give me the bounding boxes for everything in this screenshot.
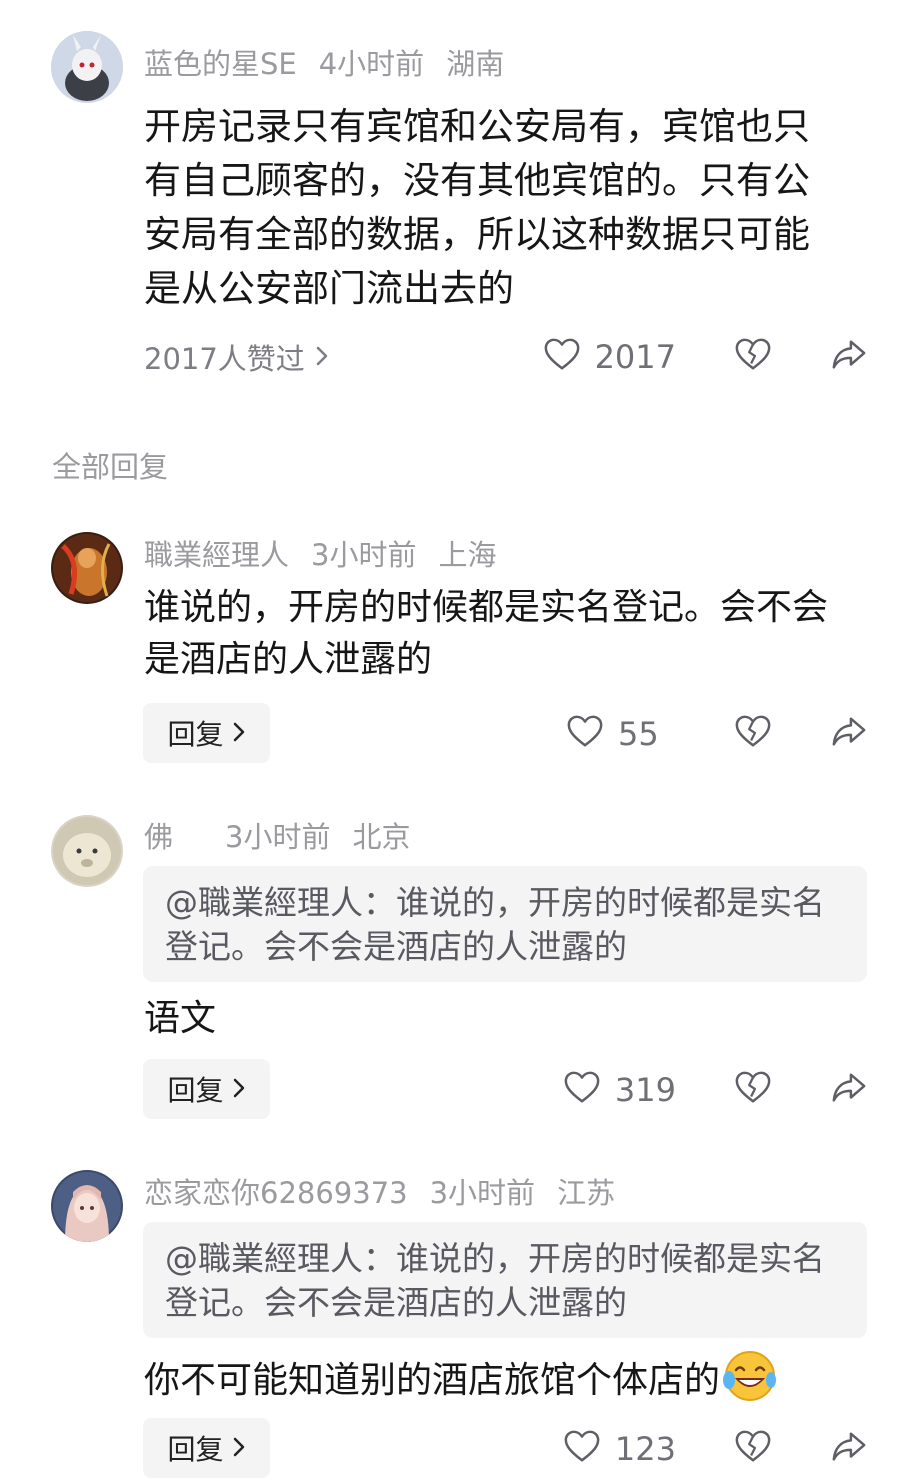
quoted-comment: @職業經理人：谁说的，开房的时候都是实名登记。会不会是酒店的人泄露的 xyxy=(143,1222,867,1338)
reply-button[interactable]: 回复 xyxy=(143,703,270,763)
location: 江苏 xyxy=(557,1176,616,1210)
avatar[interactable] xyxy=(51,31,123,103)
reply-button-label: 回复 xyxy=(167,718,224,751)
likes-link-label: 2017人赞过 xyxy=(144,342,305,376)
comment-text[interactable]: 谁说的，开房的时候都是实名登记。会不会是酒店的人泄露的 xyxy=(144,582,844,686)
timestamp: 3小时前 xyxy=(311,538,417,572)
avatar[interactable] xyxy=(51,1170,123,1242)
like-count: 55 xyxy=(618,715,659,753)
quoted-comment: @職業經理人：谁说的，开房的时候都是实名登记。会不会是酒店的人泄露的 xyxy=(143,866,867,982)
comment-text[interactable]: 开房记录只有宾馆和公安局有，宾馆也只有自己顾客的，没有其他宾馆的。只有公安局有全… xyxy=(144,100,844,316)
comment-meta: 恋家恋你62869373 3小时前 江苏 xyxy=(144,1170,616,1212)
chevron-right-icon xyxy=(315,340,329,374)
username[interactable]: 恋家恋你62869373 xyxy=(144,1170,408,1212)
share-arrow-icon[interactable] xyxy=(830,713,868,755)
comment-actions: 2017 xyxy=(543,332,868,382)
laughing-crying-emoji-icon xyxy=(720,1350,777,1402)
heart-outline-icon xyxy=(543,336,581,378)
heart-outline-icon xyxy=(566,713,604,755)
username[interactable]: 佛 xyxy=(144,814,173,856)
chevron-right-icon xyxy=(232,717,246,750)
comment-actions: 319 xyxy=(563,1065,868,1115)
like-count: 319 xyxy=(614,1071,676,1109)
comment-actions: 55 xyxy=(566,709,868,759)
like-button[interactable]: 319 xyxy=(563,1069,676,1111)
comment-text[interactable]: 语文 xyxy=(144,993,844,1045)
location: 北京 xyxy=(352,820,411,854)
username[interactable]: 職業經理人 xyxy=(144,532,289,574)
chevron-right-icon xyxy=(232,1073,246,1106)
reply-button[interactable]: 回复 xyxy=(143,1059,270,1119)
broken-heart-icon[interactable] xyxy=(734,713,772,755)
comment-thread: 蓝色的星SE 4小时前 湖南 开房记录只有宾馆和公安局有，宾馆也只有自己顾客的，… xyxy=(0,0,918,1483)
comment-actions: 123 xyxy=(563,1424,868,1474)
avatar-image xyxy=(51,532,123,604)
avatar-image xyxy=(51,1170,123,1242)
avatar[interactable] xyxy=(51,532,123,604)
broken-heart-icon[interactable] xyxy=(734,1069,772,1111)
location: 湖南 xyxy=(446,47,505,81)
location: 上海 xyxy=(438,538,497,572)
reply-button-label: 回复 xyxy=(167,1074,224,1107)
like-button[interactable]: 123 xyxy=(563,1428,676,1470)
reply-button[interactable]: 回复 xyxy=(143,1418,270,1478)
comment-meta: 蓝色的星SE 4小时前 湖南 xyxy=(144,41,505,83)
avatar-image xyxy=(51,815,123,887)
share-arrow-icon[interactable] xyxy=(830,336,868,378)
chevron-right-icon xyxy=(232,1432,246,1465)
share-arrow-icon[interactable] xyxy=(830,1428,868,1470)
broken-heart-icon[interactable] xyxy=(734,336,772,378)
likes-list-link[interactable]: 2017人赞过 xyxy=(144,337,329,377)
like-count: 123 xyxy=(614,1430,676,1468)
like-button[interactable]: 2017 xyxy=(543,336,676,378)
like-count: 2017 xyxy=(594,338,676,376)
broken-heart-icon[interactable] xyxy=(734,1428,772,1470)
comment-meta: 佛 3小时前 北京 xyxy=(144,814,411,856)
share-arrow-icon[interactable] xyxy=(830,1069,868,1111)
timestamp: 3小时前 xyxy=(225,820,331,854)
heart-outline-icon xyxy=(563,1428,601,1470)
reply-button-label: 回复 xyxy=(167,1433,224,1466)
avatar[interactable] xyxy=(51,815,123,887)
section-title: 全部回复 xyxy=(52,450,169,484)
comment-meta: 職業經理人 3小时前 上海 xyxy=(144,532,497,574)
comment-text: 你不可能知道别的酒店旅馆个体店的 xyxy=(144,1360,721,1401)
avatar-image xyxy=(51,31,123,103)
comment-text-row[interactable]: 你不可能知道别的酒店旅馆个体店的 xyxy=(144,1350,884,1407)
username[interactable]: 蓝色的星SE xyxy=(144,41,297,83)
like-button[interactable]: 55 xyxy=(566,713,676,755)
timestamp: 3小时前 xyxy=(429,1176,536,1210)
timestamp: 4小时前 xyxy=(318,47,425,81)
heart-outline-icon xyxy=(563,1069,601,1111)
